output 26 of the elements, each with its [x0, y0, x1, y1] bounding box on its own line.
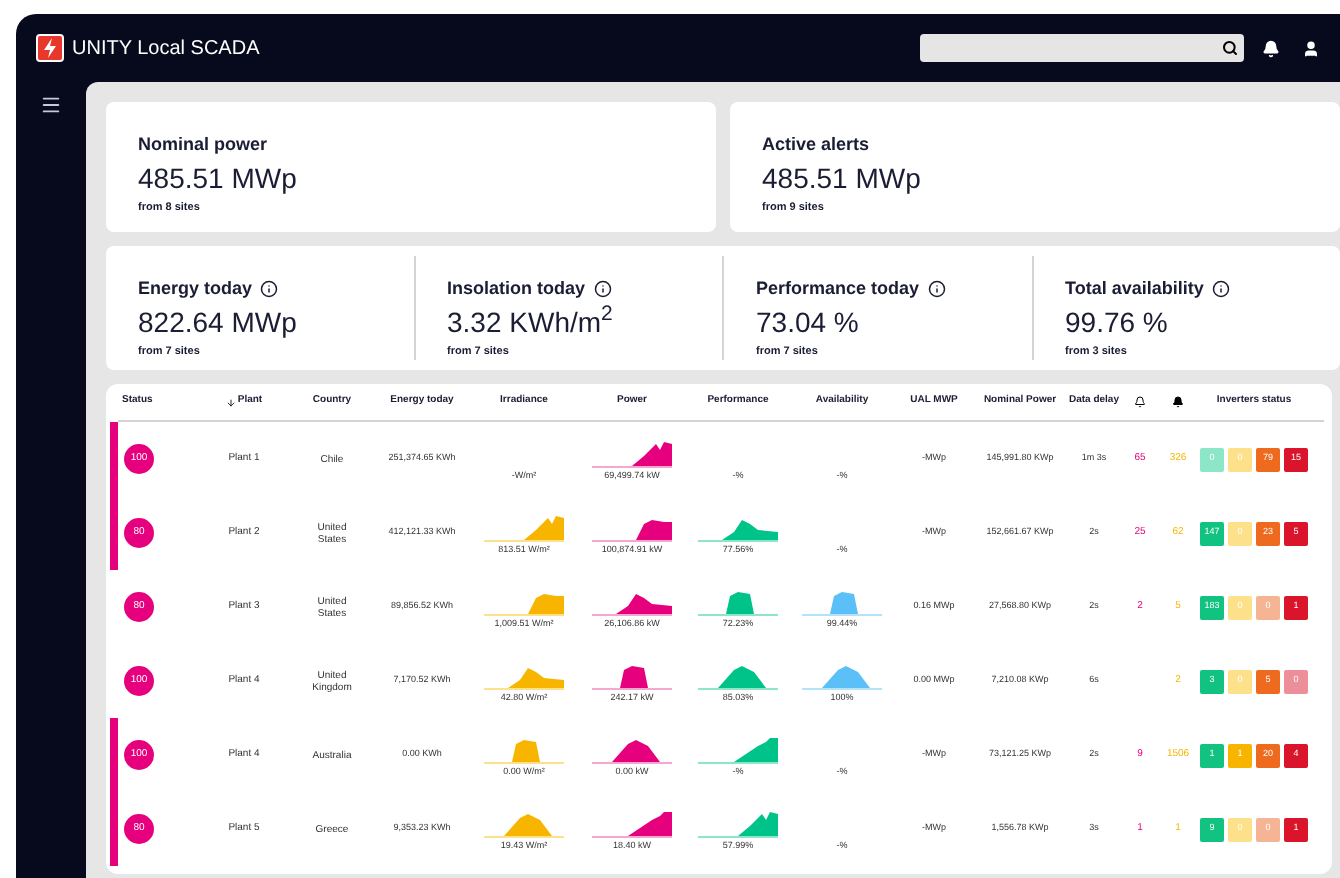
card-value: 485.51 MWp [138, 159, 299, 195]
menu-icon[interactable] [40, 94, 62, 116]
bell-icon[interactable] [1172, 396, 1184, 408]
card-label: Insolation today [447, 276, 586, 302]
info-icon[interactable] [593, 280, 612, 299]
app-title: UNITY Local SCADA [72, 35, 260, 63]
sort-icon[interactable] [225, 397, 236, 407]
card-value: 73.04 % [756, 303, 861, 339]
search-icon[interactable] [1222, 40, 1238, 56]
logo-icon [36, 34, 64, 62]
card-label: Performance today [756, 276, 920, 302]
card-label: Active alerts [762, 132, 870, 158]
bell-outline-icon[interactable] [1134, 396, 1146, 408]
card-value: 822.64 MWp [138, 303, 299, 339]
card-value: 3.32 KWh/m$^{2}$ [447, 303, 615, 339]
card-value: 485.51 MWp [762, 159, 923, 195]
card-value: 99.76 % [1065, 303, 1170, 339]
search-field[interactable] [920, 34, 1244, 62]
info-icon[interactable] [260, 280, 279, 299]
notifications-icon[interactable] [1262, 39, 1280, 57]
info-icon[interactable] [1211, 280, 1230, 299]
card-label: Energy today [138, 276, 253, 302]
user-icon[interactable] [1302, 39, 1320, 57]
card-label: Total availability [1065, 276, 1204, 302]
card-label: Nominal power [138, 132, 268, 158]
info-icon[interactable] [927, 280, 946, 299]
